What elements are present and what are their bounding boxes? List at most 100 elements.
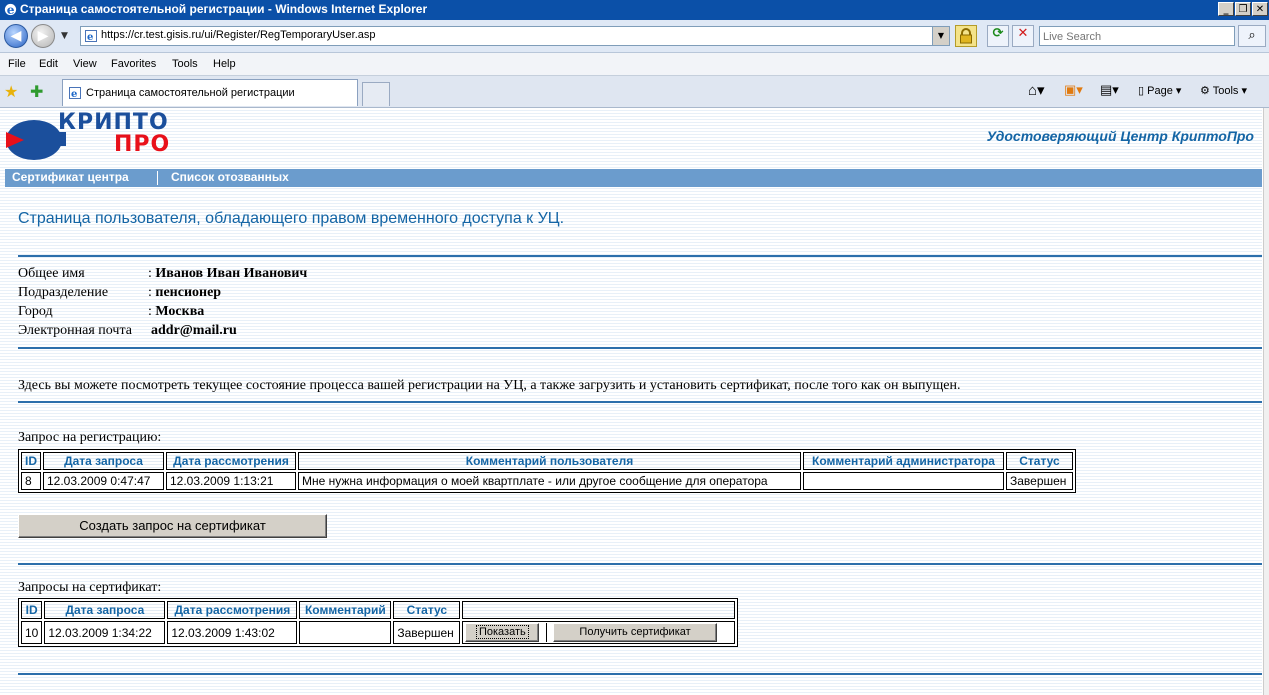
nav-link-revoked-list[interactable]: Список отозванных [171, 170, 289, 184]
address-toolbar: ◀ ▶ ▼ e https://cr.test.gisis.ru/ui/Regi… [0, 20, 1269, 53]
show-button[interactable]: Показать [465, 623, 540, 642]
uc-name: Удостоверяющий Центр КриптоПро [986, 128, 1254, 144]
svg-text:e: e [71, 89, 77, 99]
info-label: Электронная почта [18, 323, 132, 338]
add-favorite-icon[interactable]: ✚ [30, 82, 43, 101]
nav-link-ca-certificate[interactable]: Сертификат центра [12, 170, 129, 184]
back-arrow-icon: ◀ [10, 28, 22, 44]
cell-divider [545, 623, 547, 642]
table-header-row: ID Дата запроса Дата рассмотрения Коммен… [21, 452, 1073, 470]
table-row: 10 12.03.2009 1:34:22 12.03.2009 1:43:02… [21, 621, 736, 644]
logo-text-bottom: ПРО [114, 132, 171, 157]
back-button[interactable]: ◀ [4, 24, 28, 48]
info-value: пенсионер [155, 285, 222, 300]
menu-help[interactable]: Help [213, 58, 236, 70]
cell-comment [299, 621, 392, 644]
search-field[interactable] [1039, 26, 1235, 46]
page-icon: e [85, 30, 97, 42]
svg-text:e: e [87, 32, 93, 42]
scrollbar[interactable] [1263, 108, 1269, 695]
page-menu-icon: ▯ [1138, 85, 1145, 97]
divider [18, 347, 1262, 349]
cell-request-date: 12.03.2009 0:47:47 [43, 472, 164, 490]
menu-edit[interactable]: Edit [39, 58, 58, 70]
column-header: Комментарий [299, 601, 392, 619]
gear-icon: ⚙ [1200, 85, 1210, 97]
feeds-icon[interactable]: ▣▾ [1064, 82, 1083, 98]
cell-request-date: 12.03.2009 1:34:22 [44, 621, 166, 644]
page-description: Здесь вы можете посмотреть текущее состо… [18, 378, 961, 393]
column-header-empty [462, 601, 736, 619]
page-title: Страница пользователя, обладающего право… [18, 210, 565, 227]
column-header: Дата запроса [44, 601, 166, 619]
refresh-icon[interactable]: ⟳ [987, 25, 1009, 47]
page-content: КРИПТО ПРО Удостоверяющий Центр КриптоПр… [0, 108, 1262, 695]
cell-review-date: 12.03.2009 1:43:02 [167, 621, 298, 644]
page-menu[interactable]: ▯ Page ▾ [1138, 84, 1181, 97]
info-value: Москва [155, 304, 205, 319]
menu-tools[interactable]: Tools [172, 58, 198, 70]
print-icon[interactable]: ▤▾ [1100, 82, 1119, 98]
cell-status: Завершен [1006, 472, 1073, 490]
cryptopro-logo: КРИПТО ПРО [6, 110, 181, 166]
column-header: Дата запроса [43, 452, 164, 470]
ie-logo-icon: e [4, 3, 17, 17]
info-value: Иванов Иван Иванович [155, 266, 308, 281]
divider [18, 673, 1262, 675]
window-title: Страница самостоятельной регистрации - W… [20, 2, 428, 16]
minimize-button[interactable]: _ [1218, 2, 1234, 16]
column-header: Дата рассмотрения [166, 452, 296, 470]
cell-id: 10 [21, 621, 43, 644]
cell-id: 8 [21, 472, 41, 490]
maximize-button[interactable]: ❐ [1235, 2, 1251, 16]
stop-icon[interactable]: ✕ [1012, 25, 1034, 47]
tools-menu[interactable]: ⚙ Tools ▾ [1200, 84, 1247, 97]
table-header-row: ID Дата запроса Дата рассмотрения Коммен… [21, 601, 736, 619]
tab-bar: ★ ✚ e Страница самостоятельной регистрац… [0, 76, 1269, 108]
menu-view[interactable]: View [73, 58, 97, 70]
forward-button[interactable]: ▶ [31, 24, 55, 48]
cert-requests-caption: Запросы на сертификат: [18, 580, 162, 595]
column-header: Комментарий администратора [803, 452, 1004, 470]
table-row: 8 12.03.2009 0:47:47 12.03.2009 1:13:21 … [21, 472, 1073, 490]
home-icon[interactable]: ⌂▾ [1028, 81, 1045, 99]
forward-arrow-icon: ▶ [37, 28, 49, 44]
cell-actions: Показать Получить сертификат [462, 621, 736, 644]
tab-registration-page[interactable]: e Страница самостоятельной регистрации [62, 79, 358, 106]
create-cert-request-button[interactable]: Создать запрос на сертификат [18, 514, 327, 538]
cell-admin-comment [803, 472, 1004, 490]
favorites-star-icon[interactable]: ★ [4, 82, 18, 101]
address-field[interactable]: e https://cr.test.gisis.ru/ui/Register/R… [80, 26, 950, 46]
tab-label: Страница самостоятельной регистрации [86, 87, 295, 99]
search-input[interactable] [1043, 29, 1223, 45]
url-text: https://cr.test.gisis.ru/ui/Register/Reg… [101, 29, 376, 41]
column-header: Статус [393, 601, 461, 619]
key-logo-icon [6, 120, 66, 160]
close-button[interactable]: ✕ [1252, 2, 1268, 16]
cell-status: Завершен [393, 621, 461, 644]
menu-bar: File Edit View Favorites Tools Help [0, 53, 1269, 76]
search-icon[interactable]: ⌕ [1238, 25, 1266, 47]
history-dropdown-icon[interactable]: ▼ [61, 31, 68, 41]
info-value: addr@mail.ru [151, 323, 237, 338]
site-nav: Сертификат центра Список отозванных [5, 169, 1262, 187]
show-button-label: Показать [475, 625, 529, 639]
reg-request-caption: Запрос на регистрацию: [18, 430, 162, 445]
menu-favorites[interactable]: Favorites [111, 58, 156, 70]
divider [18, 401, 1262, 403]
column-header: ID [21, 452, 41, 470]
info-label: Общее имя [18, 266, 85, 281]
reg-request-table: ID Дата запроса Дата рассмотрения Коммен… [18, 449, 1076, 493]
divider [18, 563, 1262, 565]
new-tab-button[interactable] [362, 82, 390, 106]
cert-requests-table: ID Дата запроса Дата рассмотрения Коммен… [18, 598, 739, 647]
svg-text:e: e [7, 3, 15, 17]
menu-file[interactable]: File [8, 58, 26, 70]
window-title-bar: e Страница самостоятельной регистрации -… [0, 0, 1269, 20]
get-certificate-button[interactable]: Получить сертификат [553, 623, 718, 642]
address-dropdown-icon[interactable]: ▼ [932, 27, 949, 45]
cell-user-comment: Мне нужна информация о моей квартплате -… [298, 472, 801, 490]
divider [18, 255, 1262, 257]
nav-separator [157, 171, 158, 185]
lock-icon[interactable] [955, 25, 977, 47]
